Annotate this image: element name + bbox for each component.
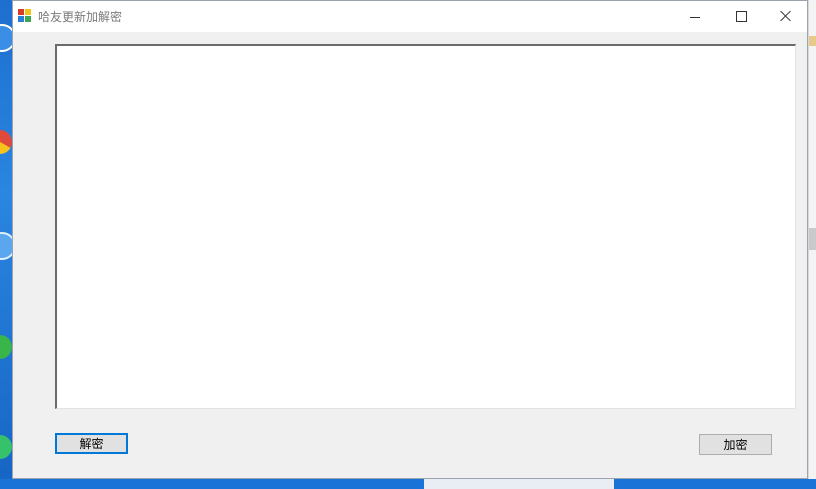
taskbar-strip <box>0 479 816 489</box>
background-window-detail <box>809 228 816 250</box>
encrypt-button[interactable]: 加密 <box>699 434 772 455</box>
background-window-edge <box>808 0 816 489</box>
maximize-button[interactable] <box>718 1 764 31</box>
close-icon <box>780 10 792 22</box>
text-editor[interactable] <box>55 44 796 409</box>
background-window-detail <box>809 36 816 46</box>
minimize-button[interactable] <box>672 1 718 31</box>
minimize-icon <box>690 16 700 18</box>
background-panel <box>424 479 614 489</box>
app-window: 哈友更新加解密 解密 加密 <box>12 0 808 479</box>
app-icon <box>18 9 32 23</box>
decrypt-button[interactable]: 解密 <box>55 433 128 454</box>
maximize-icon <box>735 10 747 22</box>
close-button[interactable] <box>763 1 809 31</box>
title-bar[interactable]: 哈友更新加解密 <box>13 1 807 32</box>
window-title: 哈友更新加解密 <box>38 10 123 24</box>
